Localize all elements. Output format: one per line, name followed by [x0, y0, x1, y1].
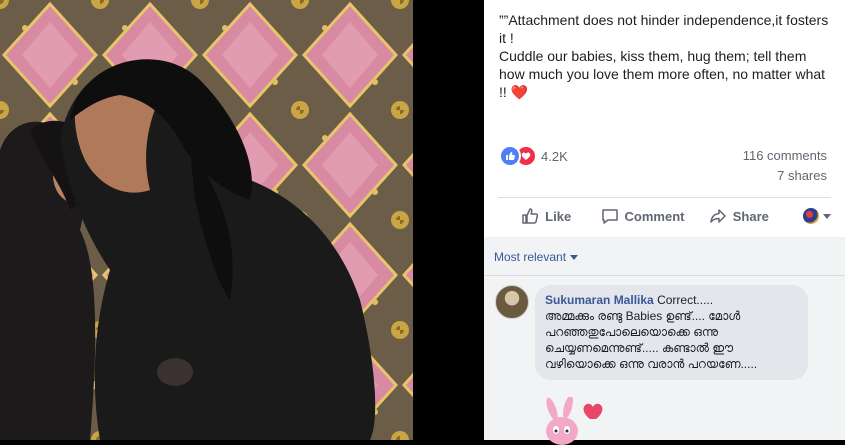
comment-author[interactable]: Sukumaran Mallika — [545, 293, 654, 307]
comment-button[interactable]: Comment — [594, 207, 690, 225]
share-icon — [710, 209, 726, 223]
reaction-summary[interactable]: 4.2K — [499, 145, 568, 167]
share-button-label: Share — [732, 208, 769, 224]
like-button[interactable]: Like — [498, 207, 594, 225]
post-text-line-2: Cuddle our babies, kiss them, hug them; … — [499, 48, 826, 100]
photo-illustration — [0, 0, 413, 440]
comment-sort-dropdown[interactable]: Most relevant — [494, 250, 579, 264]
comments-section: Most relevant Sukumaran Mallika Correct.… — [484, 237, 845, 445]
comment-bubble: Sukumaran Mallika Correct..... അമ്മക്കും… — [535, 285, 808, 380]
post-photo[interactable] — [0, 0, 413, 440]
comment-icon — [601, 209, 618, 224]
actions-top-divider — [498, 197, 831, 198]
caret-down-icon — [570, 254, 579, 260]
reaction-count: 4.2K — [541, 148, 568, 164]
thumb-icon — [522, 208, 539, 224]
page-avatar — [802, 208, 819, 224]
post-actions-bar: Like Comment Share — [498, 199, 831, 233]
comment-body: അമ്മക്കും രണ്ടു Babies ഉണ്ട്.... മോൾ പറഞ… — [545, 309, 758, 371]
comments-count-link[interactable]: 116 comments — [743, 148, 827, 163]
caret-down-icon — [822, 213, 831, 219]
post-details-panel: ””Attachment does not hinder independenc… — [484, 0, 845, 445]
post-text-line-1: ””Attachment does not hinder independenc… — [499, 12, 829, 46]
sticker-icon — [546, 397, 603, 445]
commenter-avatar[interactable] — [495, 285, 529, 319]
like-icon — [499, 145, 521, 167]
comment-button-label: Comment — [624, 208, 685, 224]
photo-viewer-gap — [413, 0, 484, 440]
comments-divider — [484, 275, 845, 276]
shares-count-link[interactable]: 7 shares — [777, 168, 827, 183]
post-as-selector[interactable] — [787, 208, 831, 224]
comment-sort-label: Most relevant — [494, 250, 567, 264]
comment-first-line: Correct..... — [657, 293, 714, 307]
post-text: ””Attachment does not hinder independenc… — [499, 11, 834, 101]
share-button[interactable]: Share — [691, 207, 787, 225]
like-button-label: Like — [545, 208, 572, 224]
